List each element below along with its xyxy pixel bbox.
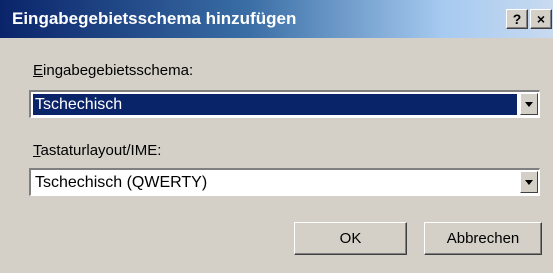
chevron-down-icon[interactable]: [520, 171, 538, 193]
keyboard-layout-value: Tschechisch (QWERTY): [35, 174, 208, 191]
add-input-locale-dialog: Eingabegebietsschema hinzufügen ? × Eing…: [0, 0, 553, 273]
chevron-down-icon[interactable]: [520, 93, 538, 115]
help-button[interactable]: ?: [506, 9, 528, 29]
keyboard-layout-label-accel: T: [33, 142, 41, 159]
input-locale-label-text: ingabegebietsschema:: [43, 62, 194, 79]
ok-button[interactable]: OK: [294, 222, 407, 255]
keyboard-layout-label-text: astaturlayout/IME:: [40, 142, 162, 159]
close-button[interactable]: ×: [530, 9, 552, 29]
keyboard-layout-label: Tastaturlayout/IME:: [33, 142, 161, 159]
cancel-button[interactable]: Abbrechen: [424, 222, 542, 255]
input-locale-label: Eingabegebietsschema:: [33, 62, 193, 79]
keyboard-layout-dropdown[interactable]: Tschechisch (QWERTY): [29, 168, 540, 196]
input-locale-label-accel: E: [33, 62, 44, 79]
title-bar[interactable]: Eingabegebietsschema hinzufügen ? ×: [0, 0, 553, 38]
input-locale-value: Tschechisch: [33, 94, 517, 115]
input-locale-dropdown[interactable]: Tschechisch: [29, 90, 540, 118]
window-title: Eingabegebietsschema hinzufügen: [12, 9, 297, 28]
